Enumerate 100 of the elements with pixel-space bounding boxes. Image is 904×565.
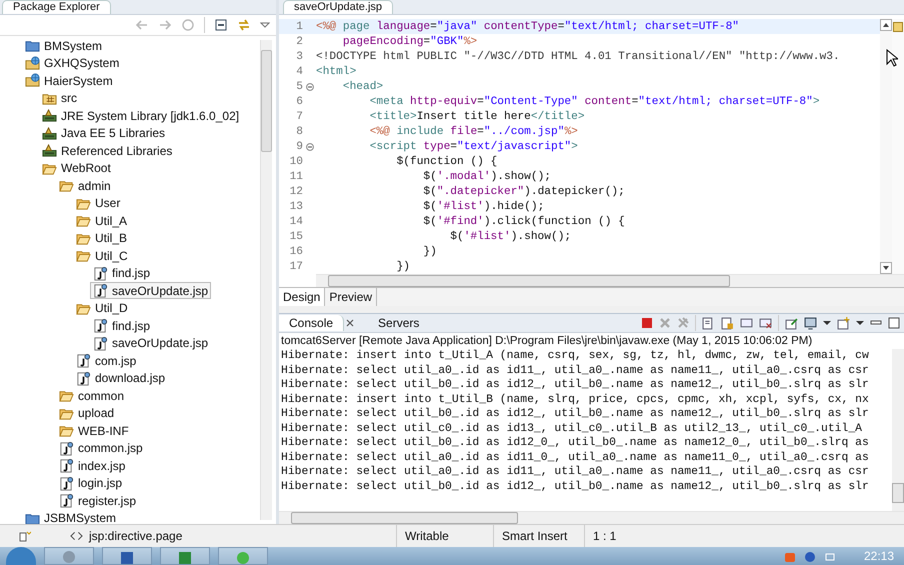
taskbar-app-icon[interactable] xyxy=(160,547,210,565)
tree-item[interactable]: User xyxy=(73,194,124,212)
caret-icon[interactable] xyxy=(856,319,864,327)
code-line: pageEncoding="GBK"%> xyxy=(342,36,478,48)
tree-item[interactable]: Util_C xyxy=(73,247,131,264)
clear-document-icon[interactable] xyxy=(759,316,772,330)
tree-item[interactable]: upload xyxy=(56,404,118,422)
editor-tab[interactable]: saveOrUpdate.jsp xyxy=(283,0,394,14)
tree-item[interactable]: Util_D xyxy=(73,300,131,317)
tree-item[interactable]: register.jsp xyxy=(56,492,140,510)
code-line: $(".datepicker").datepicker(); xyxy=(422,186,625,198)
code-line: <%@ include file="../com.jsp"%> xyxy=(368,126,578,138)
tray-icon[interactable] xyxy=(804,550,816,562)
fold-icon[interactable] xyxy=(306,142,314,150)
stop-icon[interactable] xyxy=(641,317,653,329)
line-number: 14 xyxy=(288,216,303,228)
line-number: 3 xyxy=(295,50,303,62)
tree-item[interactable]: download.jsp xyxy=(73,370,168,387)
tree-item[interactable]: Java EE 5 Libraries xyxy=(39,124,168,142)
view-tab[interactable]: Servers xyxy=(368,315,430,331)
start-button[interactable] xyxy=(6,547,36,565)
web-project-icon xyxy=(25,56,40,71)
line-number: 10 xyxy=(288,156,303,168)
line-number: 8 xyxy=(295,126,303,138)
console-line: Hibernate: select util_b0_.id as id12_0_, util_b0_.name as name12_0_, util_b0_.slrq as xyxy=(280,436,870,450)
link-editor-icon[interactable] xyxy=(237,18,251,32)
document-icon[interactable] xyxy=(702,316,715,330)
line-number: 7 xyxy=(295,110,303,122)
code-line: <head> xyxy=(342,80,384,92)
view-tab[interactable]: Console xyxy=(279,315,344,331)
console-line: Hibernate: select util_a0_.id as id11_, util_a0_.name as name11_, util_a0_.csrq as csr xyxy=(280,364,870,378)
view-menu-icon[interactable] xyxy=(260,20,270,30)
close-icon[interactable] xyxy=(346,319,354,327)
tree-item[interactable]: BMSystem xyxy=(22,37,106,54)
open-console-icon[interactable] xyxy=(837,316,850,330)
collapse-all-icon[interactable] xyxy=(214,18,228,32)
line-number: 17 xyxy=(288,260,303,272)
line-number: 12 xyxy=(288,186,303,198)
code-line: $('#list').show(); xyxy=(449,230,572,242)
view-tab[interactable]: Package Explorer xyxy=(2,0,111,14)
code-tag-icon xyxy=(70,531,83,541)
code-line: <title>Insert title here</title> xyxy=(368,110,585,122)
jsp-file-icon xyxy=(59,493,74,508)
tree-item[interactable]: Util_B xyxy=(73,230,130,247)
tree-item[interactable]: admin xyxy=(56,177,114,194)
console-line: Hibernate: select util_b0_.id as id12_, util_b0_.name as name12_, util_b0_.slrq as slr xyxy=(280,378,870,392)
line-number: 15 xyxy=(288,230,303,242)
scroll-down-icon[interactable] xyxy=(880,262,892,274)
line-number: 2 xyxy=(295,36,303,48)
taskbar-app-icon[interactable] xyxy=(102,547,152,565)
tree-item[interactable]: login.jsp xyxy=(56,474,126,492)
console-line: Hibernate: select util_c0_.id as id13_, util_c0_.util_B as util2_13_, util_c0_.util_A xyxy=(280,422,864,436)
code-line: <script type="text/javascript"> xyxy=(368,140,578,152)
annotation-marker[interactable] xyxy=(893,22,903,32)
tree-item[interactable]: JRE System Library [jdk1.6.0_02] xyxy=(39,107,242,124)
scrollbar[interactable] xyxy=(892,349,904,511)
jsp-file-icon xyxy=(93,318,108,334)
tree-item[interactable]: Referenced Libraries xyxy=(39,142,176,160)
tree-item[interactable]: find.jsp xyxy=(90,317,154,334)
console-line: Hibernate: select util_b0_.id as id12_, util_b0_.name as name12_, util_b0_.slrq as slr xyxy=(280,480,870,494)
jsp-file-icon xyxy=(59,458,74,474)
tree-item[interactable]: common.jsp xyxy=(56,440,146,457)
tree-item[interactable]: src xyxy=(39,90,80,107)
console-line: Hibernate: select util_a0_.id as id11_0_, util_a0_.name as name11_0_, util_a0_.csrq as xyxy=(280,450,870,465)
tree-item[interactable]: WebRoot xyxy=(39,160,114,177)
scrollbar[interactable] xyxy=(880,19,892,274)
monitor-icon[interactable] xyxy=(804,316,817,330)
tree-item[interactable]: GXHQSystem xyxy=(22,54,122,72)
tree-item[interactable]: HaierSystem xyxy=(22,72,116,90)
line-number: 11 xyxy=(288,170,303,182)
code-line: $(function () { xyxy=(396,156,498,168)
new-console-icon[interactable] xyxy=(785,316,798,330)
caret-icon[interactable] xyxy=(823,319,831,327)
tree-item[interactable]: find.jsp xyxy=(90,264,154,282)
tree-item[interactable]: index.jsp xyxy=(56,457,128,474)
code-line: <%@ page language="java" contentType="text/html; charset=UTF-8" xyxy=(316,20,740,32)
maximize-icon[interactable] xyxy=(888,317,900,329)
scroll-up-icon[interactable] xyxy=(880,19,892,31)
tree-item[interactable]: saveOrUpdate.jsp xyxy=(90,282,212,300)
view-tab[interactable]: Preview xyxy=(325,288,378,306)
console-line: Hibernate: select util_a0_.id as id11_, util_a0_.name as name11_, util_a0_.csrq as csr xyxy=(280,465,870,480)
library-icon xyxy=(42,126,57,141)
jsp-file-icon xyxy=(76,353,91,368)
tree-item[interactable]: Util_A xyxy=(73,212,130,230)
code-line: }) xyxy=(422,246,437,258)
code-line: <meta http-equiv="Content-Type" content="text/html; charset=UTF-8"> xyxy=(368,96,820,108)
code-line: }) xyxy=(396,260,410,272)
view-tab[interactable]: Design xyxy=(279,288,326,306)
tree-item[interactable]: com.jsp xyxy=(73,352,140,370)
tree-item[interactable]: WEB-INF xyxy=(56,422,132,440)
scrollbar[interactable] xyxy=(279,511,904,524)
scrollbar[interactable] xyxy=(316,274,904,287)
line-number: 9 xyxy=(295,140,303,152)
tree-item[interactable]: JSBMSystem xyxy=(22,510,120,527)
status-text: jsp:directive.page xyxy=(89,529,182,543)
fold-icon[interactable] xyxy=(306,82,314,90)
fast-view-icon[interactable] xyxy=(19,530,31,542)
scrollbar[interactable] xyxy=(260,40,272,520)
tree-item[interactable]: common xyxy=(56,387,128,404)
tree-item[interactable]: saveOrUpdate.jsp xyxy=(90,334,212,352)
